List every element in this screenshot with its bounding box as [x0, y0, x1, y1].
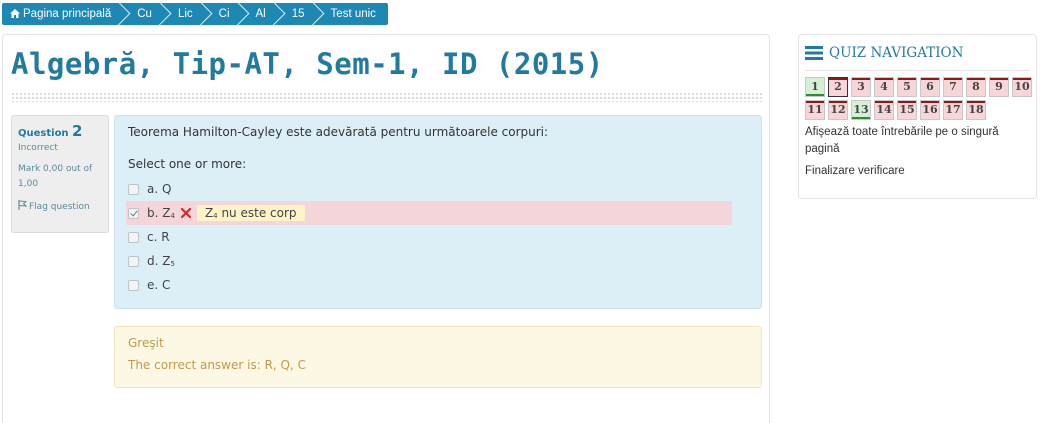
question-number-value: 2 [72, 122, 83, 140]
quiz-nav-button-3[interactable]: 3 [851, 77, 871, 97]
answer-option-d[interactable]: d. Z5 [128, 249, 748, 273]
incorrect-x-icon [180, 208, 191, 218]
feedback-text: Z [204, 206, 214, 220]
quiz-nav-button-17[interactable]: 17 [943, 100, 963, 120]
answer-option-c[interactable]: c. R [128, 225, 748, 249]
question-label: Question [18, 128, 69, 139]
question-formulation: Teorema Hamilton-Cayley este adevărată p… [114, 115, 762, 309]
answer-checkbox[interactable] [128, 231, 139, 243]
breadcrumb: Pagina principală Cu Lic Ci Al 15 Test u… [2, 1, 388, 26]
quiz-navigation-header: QUIZ NAVIGATION [805, 43, 1030, 63]
right-answer: The correct answer is: R, Q, C [128, 358, 306, 372]
answer-feedback: Z4 nu este corp [196, 205, 305, 221]
quiz-nav-button-16[interactable]: 16 [920, 100, 940, 120]
title-divider [11, 92, 763, 102]
question-text: Teorema Hamilton-Cayley este adevărată p… [128, 125, 549, 139]
answer-option-a[interactable]: a. Q [128, 177, 748, 201]
quiz-nav-button-18[interactable]: 18 [966, 100, 986, 120]
quiz-nav-button-7[interactable]: 7 [943, 77, 963, 97]
quiz-nav-button-10[interactable]: 10 [1012, 77, 1032, 97]
menu-icon [805, 46, 823, 60]
outcome-feedback: Greşit [128, 336, 164, 350]
answer-checkbox[interactable] [128, 255, 139, 267]
answer-option-e[interactable]: e. C [128, 273, 748, 297]
quiz-nav-button-13[interactable]: 13 [851, 100, 871, 120]
quiz-nav-buttons: 1 2 3 4 5 6 7 8 9 10 11 12 13 14 15 16 17 18 [805, 77, 1035, 123]
feedback-rest: nu este corp [217, 206, 297, 220]
quiz-nav-button-15[interactable]: 15 [897, 100, 917, 120]
answer-prompt: Select one or more: [128, 157, 247, 171]
answer-option-b[interactable]: b. Z4 Z4 nu este corp [126, 201, 732, 225]
main-region: Algebră, Tip-AT, Sem-1, ID (2015) Questi… [2, 34, 770, 423]
finish-review-link[interactable]: Finalizare verificare [805, 163, 1030, 180]
quiz-nav-button-12[interactable]: 12 [828, 100, 848, 120]
flag-label: Flag question [29, 202, 90, 212]
quiz-nav-button-4[interactable]: 4 [874, 77, 894, 97]
answer-label-text: b. Z [147, 206, 171, 220]
quiz-nav-button-9[interactable]: 9 [989, 77, 1009, 97]
question-outcome: Greşit The correct answer is: R, Q, C [114, 326, 762, 388]
answer-label: a. Q [147, 182, 172, 196]
quiz-nav-button-11[interactable]: 11 [805, 100, 825, 120]
quiz-nav-button-6[interactable]: 6 [920, 77, 940, 97]
home-icon [10, 9, 20, 18]
flag-icon [18, 200, 27, 210]
answer-checkbox[interactable] [128, 183, 139, 195]
question-number: Question 2 [18, 122, 102, 140]
answer-label: e. C [147, 278, 171, 292]
quiz-navigation-block: QUIZ NAVIGATION 1 2 3 4 5 6 7 8 9 10 11 12 13 14 15 16 1… [798, 34, 1037, 199]
breadcrumb-label: Pagina principală [23, 8, 112, 20]
divider [805, 70, 1030, 71]
flag-question-link[interactable]: Flag question [18, 200, 102, 212]
page-title: Algebră, Tip-AT, Sem-1, ID (2015) [11, 47, 604, 81]
answer-label: d. Z5 [147, 254, 175, 268]
quiz-nav-button-8[interactable]: 8 [966, 77, 986, 97]
show-all-questions-link[interactable]: Afişează toate întrebările pe o singură … [805, 124, 1030, 158]
quiz-navigation-title: QUIZ NAVIGATION [829, 45, 964, 61]
question-info: Question 2 Incorrect Mark 0,00 out of 1,… [11, 115, 109, 233]
answer-subscript: 5 [170, 260, 175, 268]
quiz-nav-button-1[interactable]: 1 [805, 77, 825, 97]
breadcrumb-test-unic[interactable]: Test unic [317, 3, 388, 25]
answer-checkbox[interactable] [128, 279, 139, 291]
answer-label: b. Z4 [147, 206, 175, 220]
quiz-nav-button-14[interactable]: 14 [874, 100, 894, 120]
breadcrumb-label: Test unic [330, 8, 376, 20]
answer-label: c. R [147, 230, 170, 244]
quiz-nav-button-5[interactable]: 5 [897, 77, 917, 97]
quiz-nav-button-2[interactable]: 2 [828, 77, 848, 97]
answer-subscript: 4 [170, 212, 175, 220]
question-grade: Mark 0,00 out of 1,00 [18, 164, 93, 189]
answer-label-text: d. Z [147, 254, 171, 268]
breadcrumb-home[interactable]: Pagina principală [2, 1, 131, 26]
question-state: Incorrect [18, 143, 58, 153]
answer-checkbox[interactable] [128, 207, 139, 219]
